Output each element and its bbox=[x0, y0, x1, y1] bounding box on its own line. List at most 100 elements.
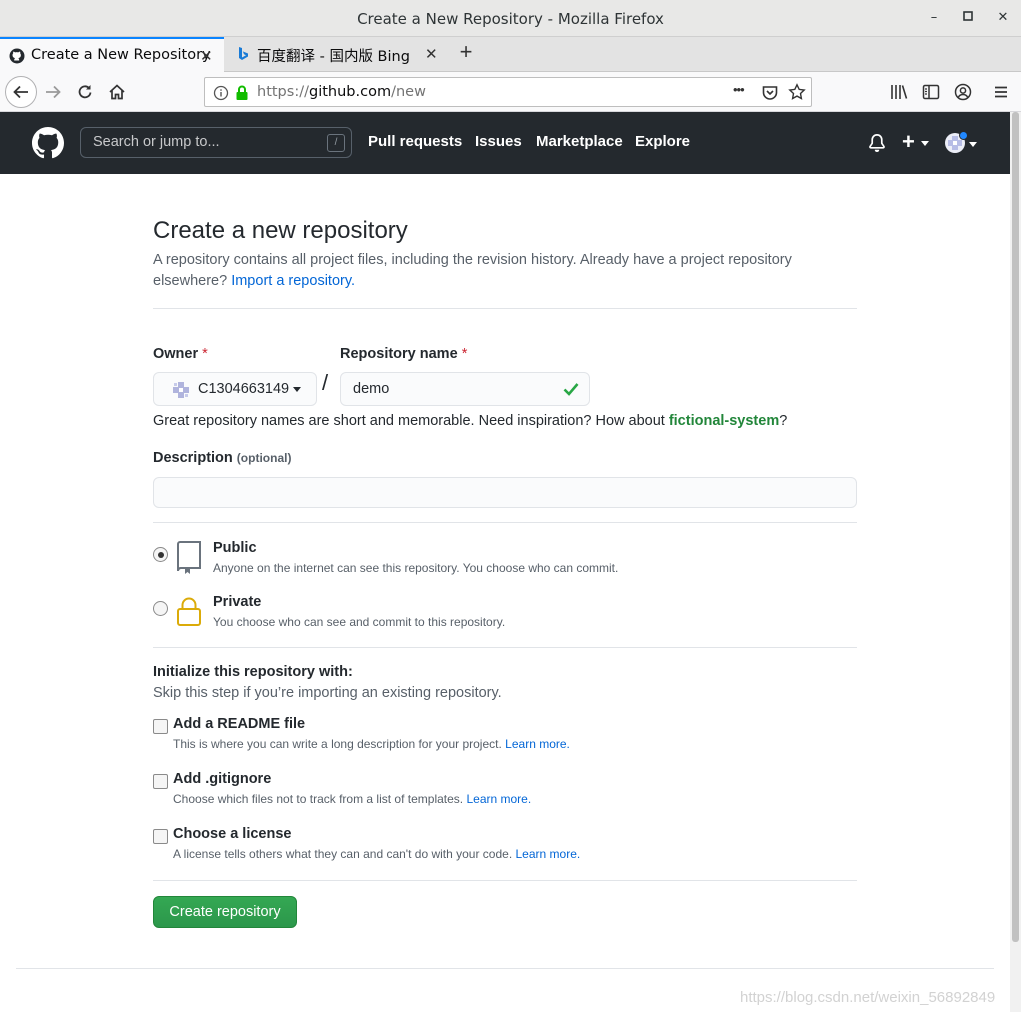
search-placeholder: Search or jump to... bbox=[93, 134, 220, 150]
page-scrollbar[interactable] bbox=[1010, 112, 1021, 1012]
slash-shortcut-icon: / bbox=[327, 134, 345, 152]
tab-create-repository[interactable]: Create a New Repository ✕ bbox=[0, 37, 224, 72]
notification-dot-icon bbox=[959, 131, 968, 140]
owner-repo-separator: / bbox=[322, 370, 329, 395]
account-icon[interactable] bbox=[954, 83, 972, 101]
tab-close-icon[interactable]: ✕ bbox=[200, 47, 213, 65]
bell-icon[interactable] bbox=[868, 134, 886, 152]
learn-more-link[interactable]: Learn more. bbox=[516, 847, 581, 861]
nav-explore[interactable]: Explore bbox=[635, 133, 690, 150]
owner-label: Owner * bbox=[153, 346, 208, 362]
description-label: Description (optional) bbox=[153, 450, 292, 466]
license-description: A license tells others what they can and… bbox=[173, 847, 581, 861]
reload-button[interactable] bbox=[72, 79, 98, 105]
pocket-icon[interactable] bbox=[761, 84, 779, 102]
window-title: Create a New Repository - Mozilla Firefo… bbox=[357, 10, 664, 28]
user-avatar-menu[interactable] bbox=[945, 131, 979, 155]
divider bbox=[153, 647, 857, 648]
license-title: Choose a license bbox=[173, 826, 292, 842]
close-window-button[interactable]: ✕ bbox=[994, 9, 1012, 27]
window-titlebar: Create a New Repository - Mozilla Firefo… bbox=[0, 0, 1021, 37]
plus-icon: + bbox=[902, 129, 915, 154]
check-icon bbox=[563, 383, 579, 396]
page-subtitle: A repository contains all project files,… bbox=[153, 250, 813, 292]
maximize-button[interactable] bbox=[959, 9, 977, 27]
divider bbox=[153, 308, 857, 309]
caret-down-icon bbox=[921, 141, 929, 146]
repository-name-input[interactable] bbox=[341, 373, 561, 405]
name-suggestion-link[interactable]: fictional-system bbox=[669, 413, 779, 429]
public-radio[interactable] bbox=[153, 547, 168, 562]
tab-label: 百度翻译 - 国内版 Bing bbox=[257, 49, 410, 65]
lock-icon bbox=[177, 597, 201, 626]
minimize-button[interactable]: – bbox=[925, 9, 943, 27]
info-icon[interactable] bbox=[213, 85, 229, 101]
repository-name-hint: Great repository names are short and mem… bbox=[153, 413, 788, 429]
owner-avatar bbox=[173, 382, 189, 398]
tab-close-icon[interactable]: ✕ bbox=[425, 45, 438, 63]
main-content: Create a new repository A repository con… bbox=[0, 174, 1010, 1017]
divider bbox=[153, 880, 857, 881]
hamburger-menu-icon[interactable] bbox=[992, 83, 1010, 101]
arrow-left-icon bbox=[13, 85, 28, 99]
forward-button[interactable] bbox=[40, 79, 66, 105]
page-title: Create a new repository bbox=[153, 217, 408, 244]
license-checkbox[interactable] bbox=[153, 829, 168, 844]
owner-name: C1304663149 bbox=[198, 381, 302, 397]
repository-name-label: Repository name * bbox=[340, 346, 468, 362]
github-favicon-icon bbox=[9, 48, 25, 64]
readme-checkbox[interactable] bbox=[153, 719, 168, 734]
create-repository-button[interactable]: Create repository bbox=[153, 896, 297, 928]
browser-toolbar: https://github.com/new ••• bbox=[0, 72, 1021, 112]
github-logo-icon[interactable] bbox=[32, 127, 64, 159]
learn-more-link[interactable]: Learn more. bbox=[505, 737, 570, 751]
home-button[interactable] bbox=[104, 79, 130, 105]
repository-name-field[interactable] bbox=[340, 372, 590, 406]
library-icon[interactable] bbox=[890, 83, 908, 101]
new-tab-button[interactable]: + bbox=[455, 41, 477, 65]
url-bar[interactable]: https://github.com/new ••• bbox=[204, 77, 812, 107]
url-text[interactable]: https://github.com/new bbox=[257, 84, 426, 100]
maximize-icon bbox=[963, 11, 973, 21]
back-button[interactable] bbox=[5, 76, 37, 108]
readme-description: This is where you can write a long descr… bbox=[173, 737, 570, 751]
footer-divider bbox=[16, 968, 994, 969]
description-input[interactable] bbox=[153, 477, 857, 508]
nav-marketplace[interactable]: Marketplace bbox=[536, 133, 623, 150]
initialize-heading: Initialize this repository with: bbox=[153, 664, 353, 680]
tab-label: Create a New Repository bbox=[31, 47, 211, 63]
nav-pull-requests[interactable]: Pull requests bbox=[368, 133, 462, 150]
arrow-right-icon bbox=[46, 85, 61, 99]
public-title: Public bbox=[213, 540, 257, 556]
lock-icon[interactable] bbox=[235, 85, 249, 101]
bookmark-star-icon[interactable] bbox=[788, 83, 806, 101]
scrollbar-thumb[interactable] bbox=[1012, 112, 1019, 942]
gitignore-checkbox[interactable] bbox=[153, 774, 168, 789]
repo-book-icon bbox=[177, 541, 201, 574]
public-description: Anyone on the internet can see this repo… bbox=[213, 561, 619, 575]
private-title: Private bbox=[213, 594, 262, 610]
initialize-subtext: Skip this step if you’re importing an ex… bbox=[153, 685, 502, 701]
tab-bar: Create a New Repository ✕ 百度翻译 - 国内版 Bin… bbox=[0, 37, 1021, 72]
github-header: Search or jump to... / Pull requests Iss… bbox=[0, 112, 1010, 174]
create-new-dropdown[interactable]: + bbox=[902, 129, 930, 154]
global-search-input[interactable]: Search or jump to... / bbox=[80, 127, 352, 158]
caret-down-icon bbox=[969, 142, 977, 147]
private-radio[interactable] bbox=[153, 601, 168, 616]
tab-baidu-translate[interactable]: 百度翻译 - 国内版 Bing ✕ bbox=[226, 37, 448, 72]
home-icon bbox=[109, 84, 125, 100]
watermark: https://blog.csdn.net/weixin_56892849 bbox=[740, 989, 996, 1006]
import-repository-link[interactable]: Import a repository. bbox=[231, 273, 355, 289]
owner-select[interactable]: C1304663149 bbox=[153, 372, 317, 406]
learn-more-link[interactable]: Learn more. bbox=[466, 792, 531, 806]
bing-favicon-icon bbox=[239, 47, 248, 60]
page-actions-icon[interactable]: ••• bbox=[733, 82, 745, 97]
gitignore-description: Choose which files not to track from a l… bbox=[173, 792, 532, 806]
readme-title: Add a README file bbox=[173, 716, 306, 732]
nav-issues[interactable]: Issues bbox=[475, 133, 522, 150]
private-description: You choose who can see and commit to thi… bbox=[213, 615, 506, 629]
divider bbox=[153, 522, 857, 523]
gitignore-title: Add .gitignore bbox=[173, 771, 272, 787]
reload-icon bbox=[78, 85, 92, 99]
sidebar-icon[interactable] bbox=[922, 83, 940, 101]
